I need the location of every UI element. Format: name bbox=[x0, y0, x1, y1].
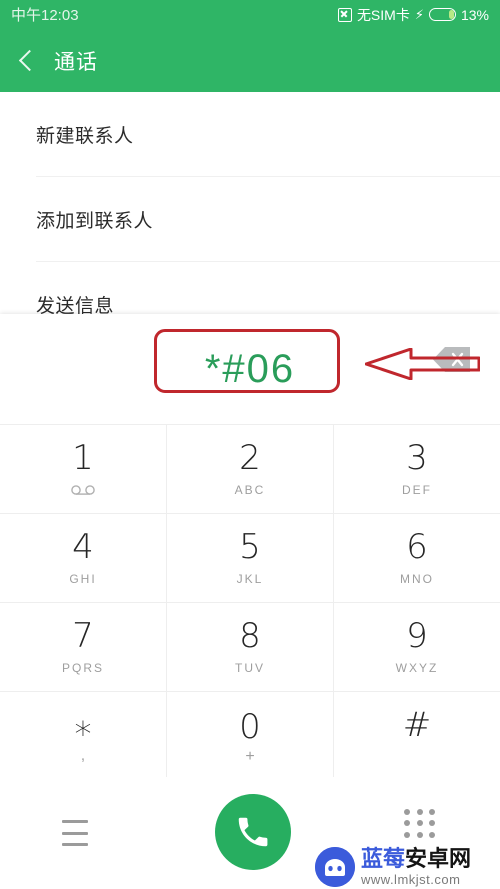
dot bbox=[404, 820, 410, 827]
battery-fill bbox=[448, 10, 454, 19]
status-indicators: 无SIM卡 ⚡ 13% bbox=[337, 5, 489, 25]
key-digit: 2 bbox=[239, 438, 261, 478]
phone-screen: 中午12:03 无SIM卡 ⚡ 13% 通话 新建联系人 添加到联系人 发送信息 bbox=[0, 0, 500, 889]
key-6[interactable]: 6 MNO bbox=[334, 514, 500, 602]
dot bbox=[429, 820, 436, 827]
key-sublabel: DEF bbox=[402, 483, 432, 497]
key-9[interactable]: 9 WXYZ bbox=[334, 603, 500, 691]
battery-icon bbox=[428, 8, 456, 21]
dialed-number-display[interactable]: *#06 bbox=[205, 347, 295, 392]
dialer-panel: *#06 1 2 ABC 3 DEF 4 GHI 5 JKL 6 MNO 7 P… bbox=[0, 314, 500, 889]
dot bbox=[429, 809, 436, 815]
key-0[interactable]: 0 + bbox=[167, 692, 334, 780]
key-2[interactable]: 2 ABC bbox=[167, 425, 334, 513]
keypad-row: 7 PQRS 8 TUV 9 WXYZ bbox=[0, 603, 500, 692]
keypad-row: 1 2 ABC 3 DEF bbox=[0, 425, 500, 514]
key-sublabel: WXYZ bbox=[395, 661, 439, 675]
key-5[interactable]: 5 JKL bbox=[167, 514, 334, 602]
page-title: 通话 bbox=[54, 50, 98, 74]
key-sublabel: + bbox=[245, 747, 255, 765]
key-sublabel: GHI bbox=[69, 572, 97, 586]
key-digit: # bbox=[402, 705, 432, 745]
keypad-row: 4 GHI 5 JKL 6 MNO bbox=[0, 514, 500, 603]
key-sublabel: JKL bbox=[236, 572, 264, 586]
keypad-row: ∗ , 0 + # bbox=[0, 692, 500, 781]
menu-item-add-to-contact[interactable]: 添加到联系人 bbox=[0, 177, 500, 262]
key-7[interactable]: 7 PQRS bbox=[0, 603, 167, 691]
dialer-action-bar bbox=[0, 777, 500, 889]
key-digit: 7 bbox=[72, 616, 94, 656]
key-sublabel: TUV bbox=[235, 661, 265, 675]
dot bbox=[416, 831, 423, 838]
dot bbox=[416, 809, 423, 815]
status-bar: 中午12:03 无SIM卡 ⚡ 13% bbox=[0, 0, 500, 29]
key-sublabel: MNO bbox=[400, 572, 434, 586]
call-button[interactable] bbox=[215, 794, 291, 870]
key-digit: 3 bbox=[406, 438, 428, 478]
dialer-number-row: *#06 bbox=[0, 314, 500, 424]
voicemail-icon bbox=[70, 484, 96, 497]
key-digit: 6 bbox=[406, 527, 428, 567]
key-4[interactable]: 4 GHI bbox=[0, 514, 167, 602]
hamburger-line bbox=[62, 831, 88, 835]
hamburger-line bbox=[62, 843, 88, 846]
hamburger-menu-icon[interactable] bbox=[62, 816, 102, 850]
key-digit: 1 bbox=[72, 438, 94, 478]
key-8[interactable]: 8 TUV bbox=[167, 603, 334, 691]
dot bbox=[404, 831, 410, 838]
menu-item-new-contact[interactable]: 新建联系人 bbox=[0, 92, 500, 177]
menu-item-label: 添加到联系人 bbox=[36, 211, 154, 232]
dialer-keypad: 1 2 ABC 3 DEF 4 GHI 5 JKL 6 MNO 7 PQRS 8… bbox=[0, 424, 500, 781]
phone-handset-icon bbox=[238, 817, 268, 847]
key-sublabel: PQRS bbox=[61, 661, 104, 675]
backspace-delete-icon[interactable] bbox=[432, 346, 472, 373]
hamburger-line bbox=[62, 820, 88, 823]
dot bbox=[429, 831, 436, 838]
menu-item-label: 新建联系人 bbox=[36, 126, 134, 147]
key-star[interactable]: ∗ , bbox=[0, 692, 167, 780]
dot bbox=[404, 809, 410, 815]
status-time: 中午12:03 bbox=[11, 7, 79, 24]
key-digit: ∗ bbox=[72, 707, 94, 748]
sim-card-disabled-icon bbox=[337, 7, 352, 22]
dot bbox=[416, 820, 423, 827]
lightning-bolt-icon: ⚡ bbox=[414, 7, 424, 22]
key-hash[interactable]: # bbox=[334, 692, 500, 780]
key-digit: 0 bbox=[239, 706, 261, 747]
key-1[interactable]: 1 bbox=[0, 425, 167, 513]
keypad-dots-icon[interactable] bbox=[404, 809, 438, 839]
key-digit: 5 bbox=[239, 527, 261, 567]
key-digit: 4 bbox=[72, 527, 94, 567]
key-sublabel: ABC bbox=[234, 483, 266, 497]
key-3[interactable]: 3 DEF bbox=[334, 425, 500, 513]
key-digit: 8 bbox=[239, 616, 261, 656]
chevron-left-icon[interactable] bbox=[8, 41, 48, 81]
key-digit: 9 bbox=[406, 616, 428, 656]
battery-percent-label: 13% bbox=[460, 6, 489, 23]
app-bar: 通话 bbox=[0, 29, 500, 92]
key-sublabel: , bbox=[80, 746, 86, 764]
sim-status-text: 无SIM卡 bbox=[356, 6, 410, 23]
context-menu-list: 新建联系人 添加到联系人 发送信息 bbox=[0, 92, 500, 322]
